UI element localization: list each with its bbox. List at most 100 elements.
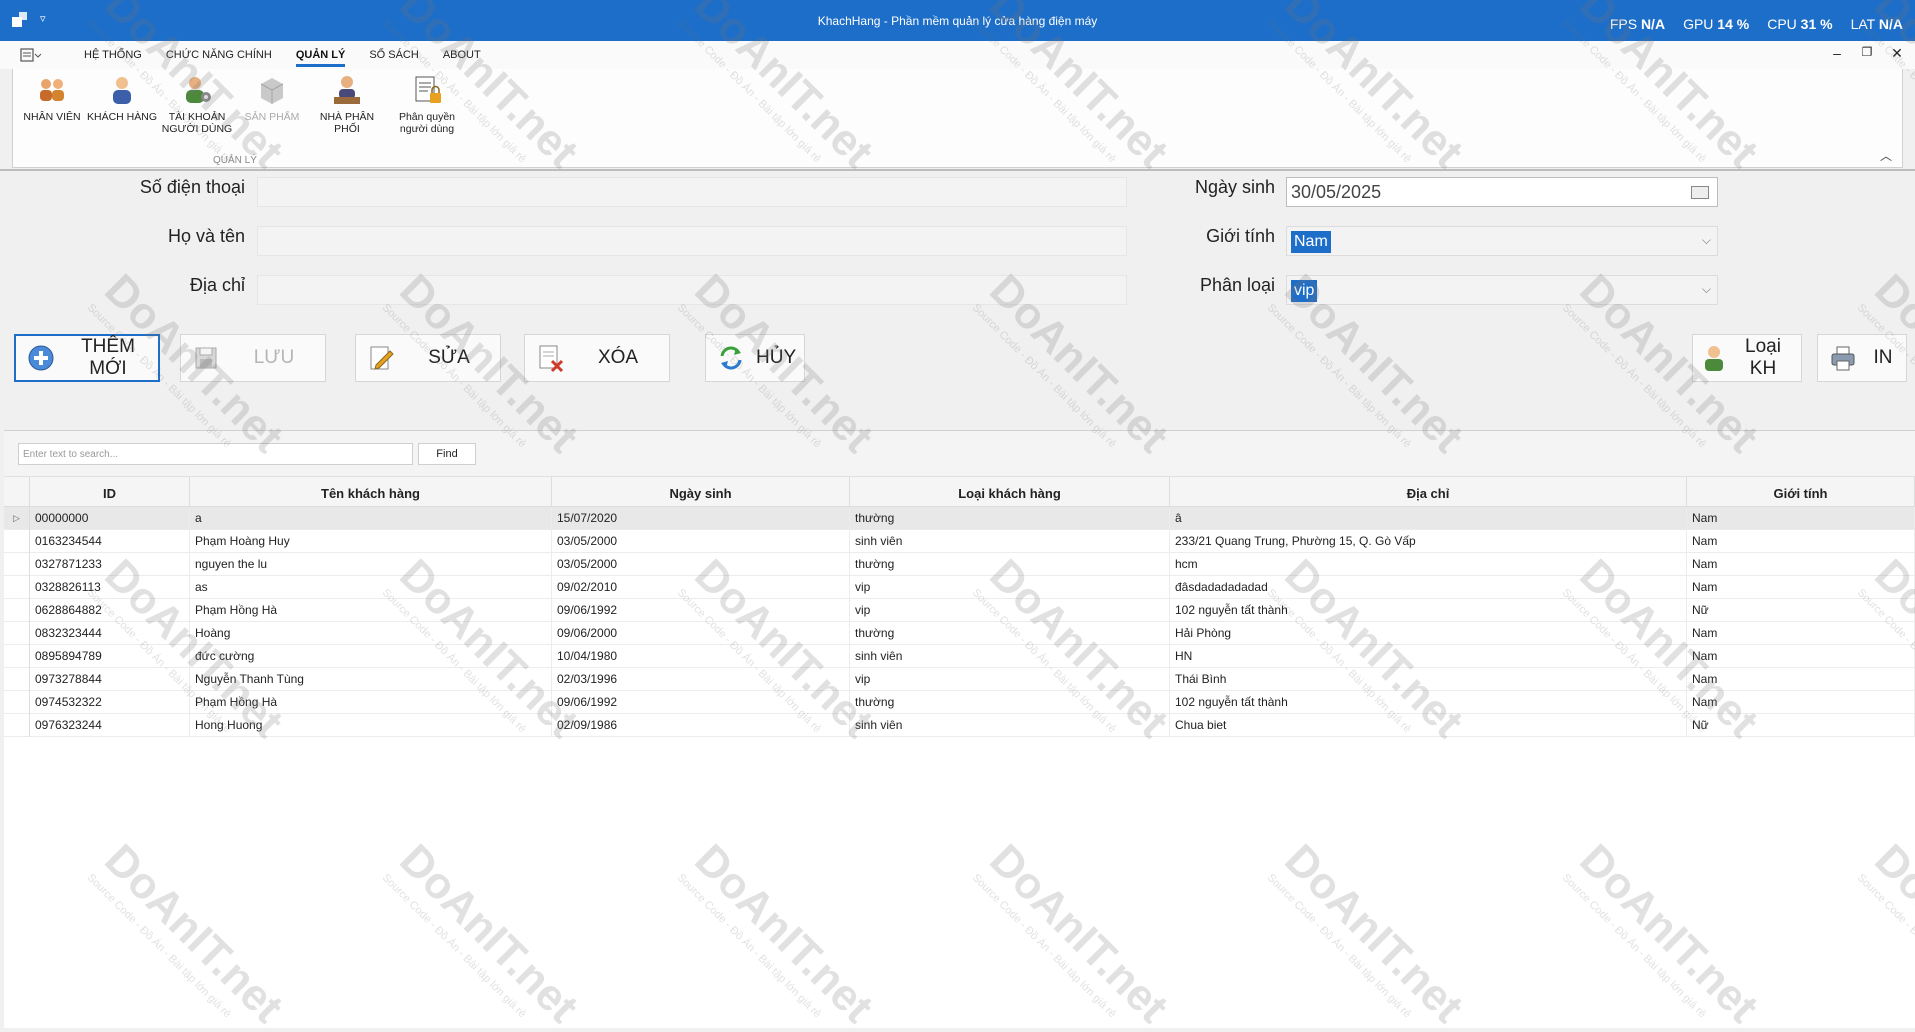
column-header-4[interactable]: Địa chỉ — [1170, 477, 1687, 507]
table-cell[interactable]: sinh viên — [850, 530, 1170, 553]
table-cell[interactable]: 03/05/2000 — [552, 553, 850, 576]
table-cell[interactable]: 0832323444 — [30, 622, 190, 645]
print-button[interactable]: IN — [1817, 334, 1907, 382]
table-cell[interactable]: 0327871233 — [30, 553, 190, 576]
table-cell[interactable]: 15/07/2020 — [552, 507, 850, 530]
table-cell[interactable]: Nam — [1687, 553, 1915, 576]
edit-button[interactable]: SỬA — [355, 334, 501, 382]
table-row[interactable]: 0163234544 Phạm Hoàng Huy 03/05/2000 sinh v… — [4, 530, 1915, 553]
ribbon-product-button[interactable]: SẢN PHẨM — [237, 73, 307, 135]
row-indicator[interactable] — [4, 645, 30, 668]
table-row[interactable]: 0628864882 Phạm Hồng Hà 09/06/1992 vip 102 n… — [4, 599, 1915, 622]
table-cell[interactable]: vip — [850, 668, 1170, 691]
ribbon-distributor-button[interactable]: NHÀ PHÂN PHỐI — [307, 73, 387, 135]
column-header-1[interactable]: Tên khách hàng — [190, 477, 552, 507]
menu-tab-2[interactable]: QUẢN LÝ — [284, 41, 358, 69]
table-cell[interactable]: Thái Bình — [1170, 668, 1687, 691]
table-cell[interactable]: 09/06/1992 — [552, 599, 850, 622]
menu-tab-4[interactable]: ABOUT — [431, 41, 493, 69]
table-cell[interactable]: hcm — [1170, 553, 1687, 576]
menu-tab-0[interactable]: HỆ THỐNG — [72, 41, 154, 69]
find-button[interactable]: Find — [418, 443, 476, 465]
address-input[interactable] — [257, 275, 1127, 305]
table-cell[interactable]: Nguyễn Thanh Tùng — [190, 668, 552, 691]
table-cell[interactable]: 03/05/2000 — [552, 530, 850, 553]
table-cell[interactable]: thường — [850, 691, 1170, 714]
table-cell[interactable]: đâsdadadadadad — [1170, 576, 1687, 599]
table-cell[interactable]: sinh viên — [850, 714, 1170, 737]
close-button[interactable]: ✕ — [1889, 45, 1905, 62]
row-indicator[interactable] — [4, 691, 30, 714]
grid-search-input[interactable]: Enter text to search... — [18, 443, 413, 465]
table-cell[interactable]: Nam — [1687, 576, 1915, 599]
ribbon-staff-button[interactable]: NHÂN VIÊN — [17, 73, 87, 135]
table-cell[interactable]: 02/09/1986 — [552, 714, 850, 737]
table-cell[interactable]: Nữ — [1687, 599, 1915, 622]
column-header-5[interactable]: Giới tính — [1687, 477, 1915, 507]
table-cell[interactable]: 102 nguyễn tất thành — [1170, 599, 1687, 622]
table-cell[interactable]: 09/06/1992 — [552, 691, 850, 714]
table-cell[interactable]: vip — [850, 599, 1170, 622]
row-indicator[interactable] — [4, 576, 30, 599]
table-cell[interactable]: Hải Phòng — [1170, 622, 1687, 645]
delete-button[interactable]: XÓA — [524, 334, 670, 382]
table-cell[interactable]: Nam — [1687, 507, 1915, 530]
table-cell[interactable]: 0976323244 — [30, 714, 190, 737]
table-cell[interactable]: HN — [1170, 645, 1687, 668]
table-cell[interactable]: 0328826113 — [30, 576, 190, 599]
table-cell[interactable]: 0973278844 — [30, 668, 190, 691]
table-row[interactable]: 0327871233 nguyen the lu 03/05/2000 thường h… — [4, 553, 1915, 576]
table-cell[interactable]: â — [1170, 507, 1687, 530]
restore-button[interactable]: ❐ — [1859, 45, 1875, 62]
table-cell[interactable]: Phạm Hoàng Huy — [190, 530, 552, 553]
table-cell[interactable]: 233/21 Quang Trung, Phường 15, Q. Gò Vấp — [1170, 530, 1687, 553]
application-menu-icon[interactable] — [20, 48, 42, 62]
table-cell[interactable]: 00000000 — [30, 507, 190, 530]
table-cell[interactable]: 0974532322 — [30, 691, 190, 714]
table-cell[interactable]: 102 nguyễn tất thành — [1170, 691, 1687, 714]
column-header-2[interactable]: Ngày sinh — [552, 477, 850, 507]
fullname-input[interactable] — [257, 226, 1127, 256]
table-cell[interactable]: đức cường — [190, 645, 552, 668]
menu-tab-1[interactable]: CHỨC NĂNG CHÍNH — [154, 41, 284, 69]
ribbon-customer-button[interactable]: KHÁCH HÀNG — [87, 73, 157, 135]
phone-input[interactable] — [257, 177, 1127, 207]
table-cell[interactable]: Hoàng — [190, 622, 552, 645]
table-cell[interactable]: vip — [850, 576, 1170, 599]
row-indicator[interactable] — [4, 599, 30, 622]
table-cell[interactable]: 0895894789 — [30, 645, 190, 668]
table-cell[interactable]: thường — [850, 553, 1170, 576]
table-row[interactable]: 0974532322 Phạm Hồng Hà 09/06/1992 thường 10… — [4, 691, 1915, 714]
table-cell[interactable]: 0628864882 — [30, 599, 190, 622]
table-cell[interactable]: 0163234544 — [30, 530, 190, 553]
table-row[interactable]: 0895894789 đức cường 10/04/1980 sinh viên HN… — [4, 645, 1915, 668]
table-cell[interactable]: Nam — [1687, 645, 1915, 668]
table-cell[interactable]: Chua biet — [1170, 714, 1687, 737]
table-cell[interactable]: Phạm Hồng Hà — [190, 599, 552, 622]
save-button[interactable]: LƯU — [180, 334, 326, 382]
table-cell[interactable]: Phạm Hồng Hà — [190, 691, 552, 714]
table-cell[interactable]: Nam — [1687, 530, 1915, 553]
table-cell[interactable]: Nam — [1687, 622, 1915, 645]
table-cell[interactable]: Nam — [1687, 668, 1915, 691]
table-cell[interactable]: a — [190, 507, 552, 530]
table-cell[interactable]: as — [190, 576, 552, 599]
table-cell[interactable]: 09/02/2010 — [552, 576, 850, 599]
table-cell[interactable]: thường — [850, 507, 1170, 530]
chevron-down-icon[interactable]: ⌵ — [1702, 233, 1711, 248]
table-row[interactable]: 0328826113 as 09/02/2010 vip đâsdadadadadad N… — [4, 576, 1915, 599]
ribbon-permission-button[interactable]: Phân quyền người dùng — [387, 73, 467, 135]
birthdate-picker[interactable]: 30/05/2025 — [1286, 177, 1718, 207]
gender-select[interactable]: Nam ⌵ — [1286, 226, 1718, 256]
table-cell[interactable]: sinh viên — [850, 645, 1170, 668]
row-indicator[interactable] — [4, 530, 30, 553]
row-indicator[interactable] — [4, 553, 30, 576]
table-cell[interactable]: 02/03/1996 — [552, 668, 850, 691]
table-cell[interactable]: 09/06/2000 — [552, 622, 850, 645]
row-indicator[interactable] — [4, 668, 30, 691]
customer-type-button[interactable]: Loại KH — [1692, 334, 1802, 382]
column-header-0[interactable]: ID — [30, 477, 190, 507]
table-row[interactable]: 0832323444 Hoàng 09/06/2000 thường Hải Phòn… — [4, 622, 1915, 645]
row-indicator[interactable] — [4, 622, 30, 645]
table-cell[interactable]: Nữ — [1687, 714, 1915, 737]
